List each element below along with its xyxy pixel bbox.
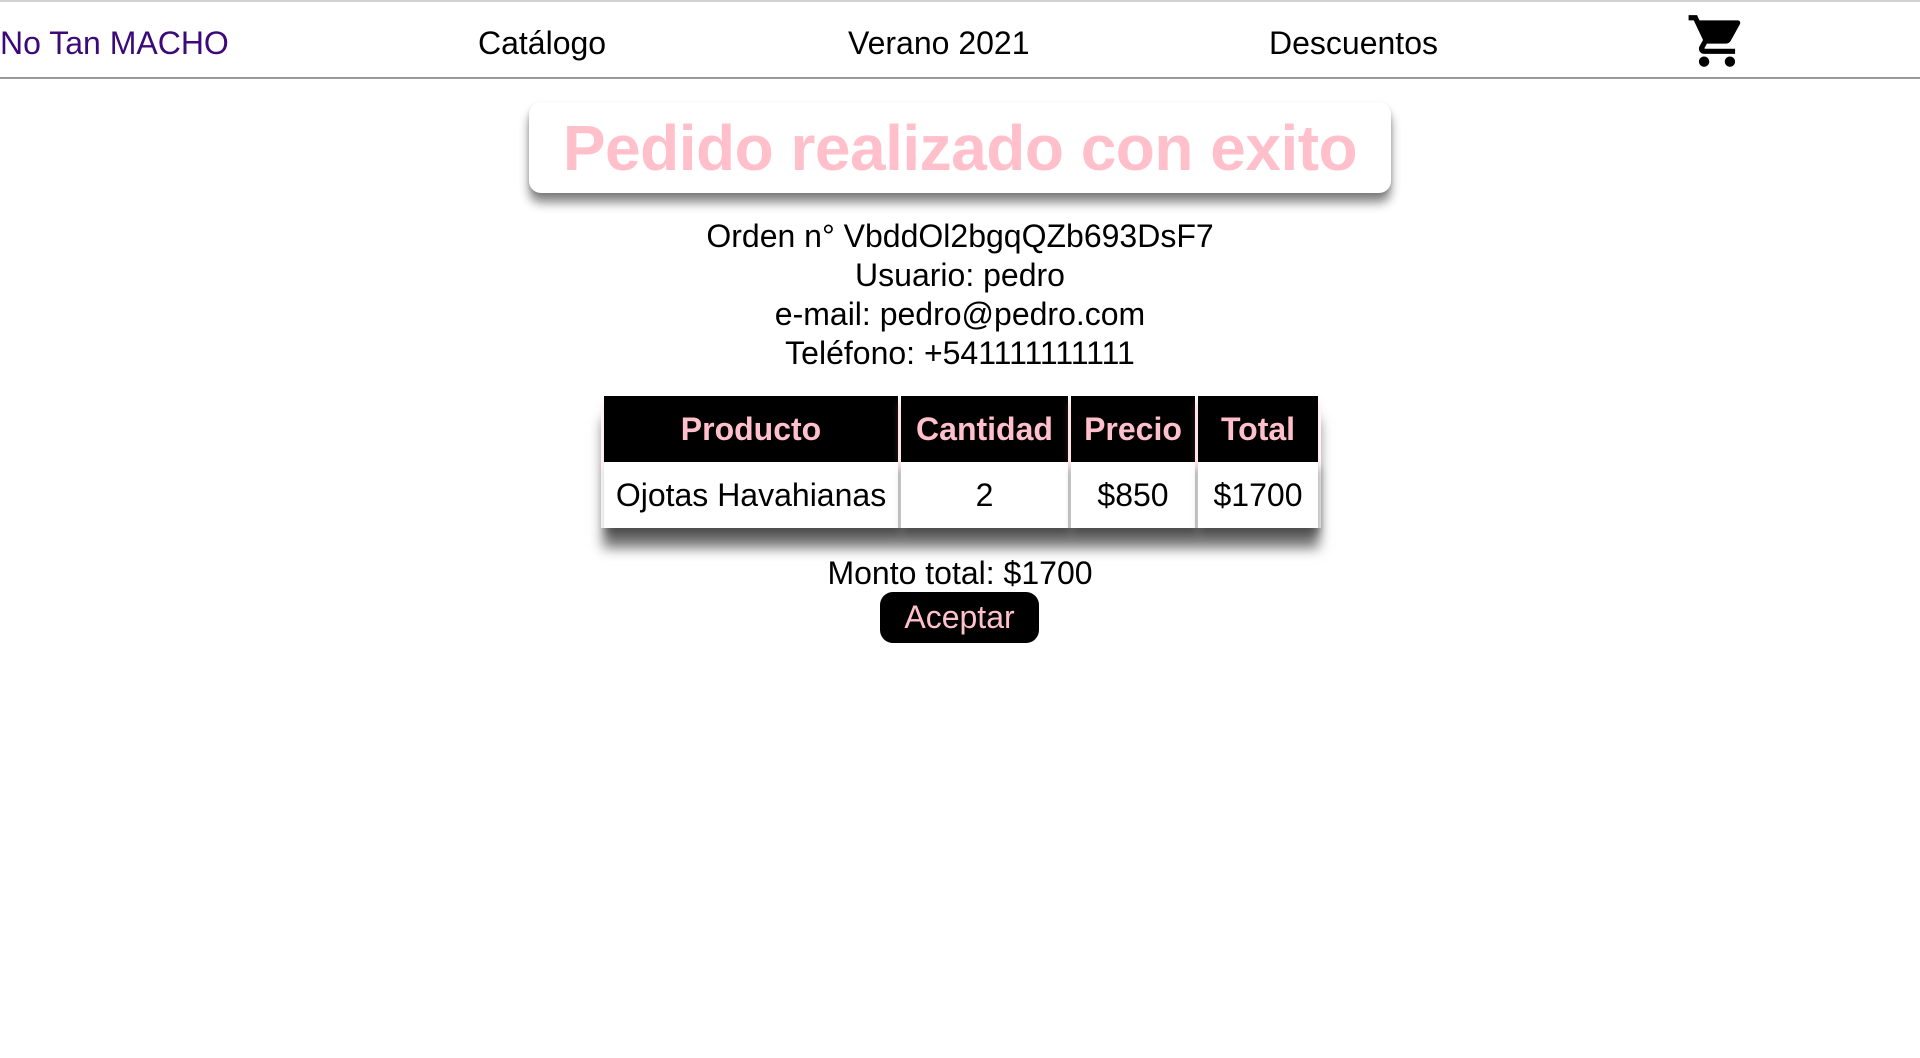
order-number: Orden n° VbddOl2bgqQZb693DsF7	[706, 218, 1214, 254]
navbar: No Tan MACHO Catálogo Verano 2021 Descue…	[0, 0, 1920, 79]
cell-producto: Ojotas Havahianas	[604, 462, 898, 528]
success-title: Pedido realizado con exito	[562, 111, 1358, 184]
brand-link[interactable]: No Tan MACHO	[0, 23, 229, 63]
nav-link-descuentos[interactable]: Descuentos	[1269, 23, 1438, 63]
order-phone: Teléfono: +541111111111	[785, 335, 1135, 371]
table-header-row: Producto Cantidad Precio Total	[604, 396, 1318, 462]
nav-link-verano-2021[interactable]: Verano 2021	[848, 23, 1030, 63]
table-row: Ojotas Havahianas 2 $850 $1700	[604, 462, 1318, 528]
nav-link-catalogo[interactable]: Catálogo	[478, 23, 606, 63]
accept-button[interactable]: Aceptar	[880, 592, 1039, 643]
cell-total: $1700	[1198, 462, 1318, 528]
shopping-cart-icon[interactable]	[1686, 10, 1748, 72]
header-producto: Producto	[604, 396, 898, 462]
cell-cantidad: 2	[901, 462, 1068, 528]
success-banner: Pedido realizado con exito	[529, 102, 1391, 193]
order-user: Usuario: pedro	[855, 257, 1065, 293]
cell-precio: $850	[1071, 462, 1195, 528]
header-precio: Precio	[1071, 396, 1195, 462]
order-email: e-mail: pedro@pedro.com	[774, 296, 1146, 332]
header-total: Total	[1198, 396, 1318, 462]
header-cantidad: Cantidad	[901, 396, 1068, 462]
order-table: Producto Cantidad Precio Total Ojotas Ha…	[601, 396, 1321, 528]
order-total: Monto total: $1700	[827, 555, 1093, 591]
